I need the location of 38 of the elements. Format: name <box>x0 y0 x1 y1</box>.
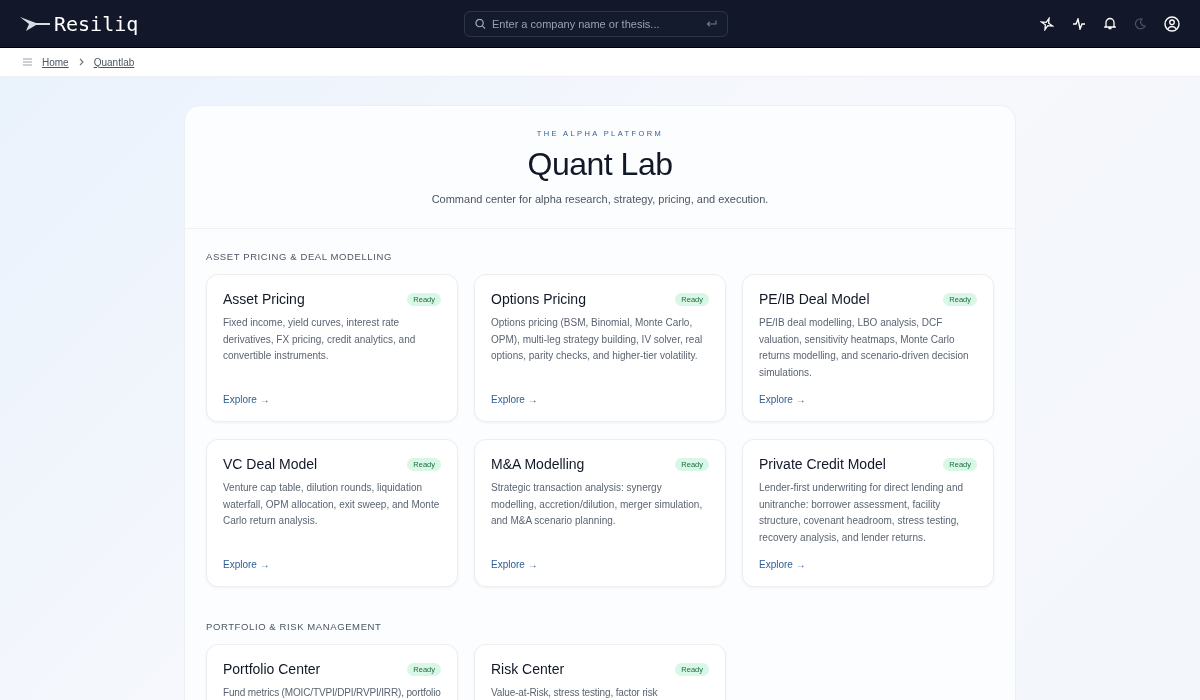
chevron-icon <box>78 58 84 66</box>
explore-link[interactable]: Explore → <box>223 394 270 405</box>
card-title: PE/IB Deal Model <box>759 291 870 307</box>
bell-icon[interactable] <box>1104 17 1116 30</box>
section-title: ASSET PRICING & DEAL MODELLING <box>206 251 393 262</box>
user-icon[interactable] <box>1164 15 1180 32</box>
explore-link[interactable]: Explore → <box>759 394 806 405</box>
page-subtitle: Command center for alpha research, strategy, pricing, and execution. <box>430 193 770 205</box>
card-description: Value-at-Risk, stress testing, factor risk <box>491 686 659 700</box>
enter-key-icon <box>706 19 717 28</box>
card-description: Options pricing (BSM, Binomial, Monte Carlo, OPM), multi-leg strategy building, IV solver, real options, parity checks, and higher-tier volatility. <box>491 316 704 363</box>
breadcrumb-link[interactable]: Home <box>42 56 69 68</box>
sparkle-icon[interactable] <box>1040 16 1054 31</box>
card-description: Lender-first underwriting for direct lending and unitranche: borrower assessment, facility structure, covenant headroom, stress testing, recovery analysis, and lender returns. <box>759 481 964 545</box>
card-description: Venture cap table, dilution rounds, liquidation waterfall, OPM allocation, exit sweep, and Monte Carlo return analysis. <box>223 481 441 528</box>
card-title: Options Pricing <box>491 291 586 307</box>
logo-text: Resiliq <box>54 11 139 36</box>
card-title: Private Credit Model <box>759 456 886 472</box>
explore-link[interactable]: Explore → <box>491 394 538 405</box>
card-description: Strategic transaction analysis: synergy modelling, accretion/dilution, merger simulation, and M&A scenario planning. <box>491 481 704 528</box>
card-description: PE/IB deal modelling, LBO analysis, DCF valuation, sensitivity heatmaps, Monte Carlo returns modelling, and scenario-driven decision simulations. <box>759 316 970 380</box>
card-title: Asset Pricing <box>223 291 305 307</box>
card-description: Fund metrics (MOIC/TVPI/DPI/RVPI/IRR), portfolio <box>223 686 441 700</box>
card-title: Risk Center <box>491 661 565 677</box>
logo-icon <box>20 15 50 32</box>
search-field[interactable]: Enter a company name or thesis... <box>464 10 728 37</box>
breadcrumb-link[interactable]: Quantlab <box>93 56 135 68</box>
tool-card[interactable] <box>742 439 994 587</box>
card-title: Portfolio Center <box>223 661 321 677</box>
explore-link[interactable]: Explore → <box>223 559 270 570</box>
card-title: VC Deal Model <box>223 456 318 472</box>
activity-icon[interactable] <box>1072 17 1086 30</box>
explore-link[interactable]: Explore → <box>491 559 538 570</box>
card-description: Fixed income, yield curves, interest rate derivatives, FX pricing, credit analytics, and convertible instruments. <box>223 316 417 363</box>
page-title: Quant Lab <box>526 146 674 183</box>
explore-link[interactable]: Explore → <box>759 559 806 570</box>
card-title: M&A Modelling <box>491 456 585 472</box>
section-title: PORTFOLIO & RISK MANAGEMENT <box>206 621 383 632</box>
